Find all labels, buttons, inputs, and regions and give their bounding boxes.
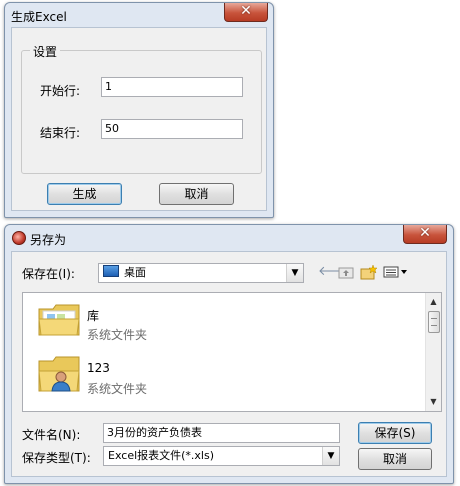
cancel-button[interactable]: 取消 [358, 448, 432, 470]
file-type: 系统文件夹 [87, 382, 148, 396]
close-button[interactable]: ✕ [224, 3, 268, 22]
filetype-label: 保存类型(T): [22, 451, 91, 465]
dialog-title: 另存为 [30, 233, 67, 247]
scroll-thumb[interactable] [428, 311, 440, 333]
dialog-title: 生成Excel [11, 10, 67, 24]
app-icon [12, 231, 26, 245]
new-folder-icon[interactable] [360, 264, 378, 280]
scrollbar[interactable]: ▲ ▼ [425, 293, 441, 411]
save-in-select[interactable]: 桌面 ▼ [98, 263, 304, 283]
close-icon: ✕ [240, 3, 252, 19]
file-name: 库 [87, 309, 100, 323]
start-row-input[interactable]: 1 [101, 77, 243, 97]
up-folder-icon[interactable] [338, 265, 354, 279]
generate-button[interactable]: 生成 [47, 183, 122, 205]
title-bar[interactable]: 生成Excel ✕ [5, 3, 273, 27]
end-row-input[interactable]: 50 [101, 119, 243, 139]
close-button[interactable]: ✕ [403, 225, 447, 244]
dialog-body: 保存在(I): 桌面 ▼ 🡐 库 系统文件夹 123 系统文件夹 ▲ ▼ 文件名… [11, 251, 447, 477]
settings-group: 设置 开始行: 1 结束行: 50 [21, 43, 262, 174]
end-row-label: 结束行: [40, 126, 81, 140]
save-in-value: 桌面 [124, 266, 146, 279]
view-menu-icon[interactable] [383, 266, 409, 278]
save-in-label: 保存在(I): [22, 267, 75, 281]
filetype-value: Excel报表文件(*.xls) [108, 449, 215, 462]
chevron-down-icon[interactable]: ▼ [286, 264, 303, 282]
file-type: 系统文件夹 [87, 328, 148, 342]
save-button[interactable]: 保存(S) [358, 422, 432, 444]
generate-excel-dialog: 生成Excel ✕ 设置 开始行: 1 结束行: 50 生成 取消 [4, 2, 274, 218]
desktop-icon [103, 265, 119, 277]
settings-group-label: 设置 [30, 43, 61, 60]
list-item[interactable]: 123 系统文件夹 [35, 353, 295, 403]
scroll-down-icon[interactable]: ▼ [426, 395, 441, 409]
filetype-select[interactable]: Excel报表文件(*.xls) ▼ [103, 446, 340, 466]
start-row-label: 开始行: [40, 84, 81, 98]
scroll-up-icon[interactable]: ▲ [426, 295, 441, 309]
filename-input[interactable]: 3月份的资产负债表 [103, 423, 340, 443]
library-folder-icon [38, 304, 80, 336]
save-as-dialog: 另存为 ✕ 保存在(I): 桌面 ▼ 🡐 库 系统文件夹 123 系统文件夹 ▲… [4, 224, 454, 484]
user-folder-icon [38, 356, 80, 392]
chevron-down-icon[interactable]: ▼ [322, 447, 339, 465]
dialog-body: 设置 开始行: 1 结束行: 50 生成 取消 [11, 27, 267, 211]
cancel-button[interactable]: 取消 [159, 183, 234, 205]
file-name: 123 [87, 361, 110, 375]
file-list[interactable]: 库 系统文件夹 123 系统文件夹 ▲ ▼ [22, 292, 442, 412]
close-icon: ✕ [419, 225, 431, 241]
filename-label: 文件名(N): [22, 428, 81, 442]
list-item[interactable]: 库 系统文件夹 [35, 299, 295, 349]
